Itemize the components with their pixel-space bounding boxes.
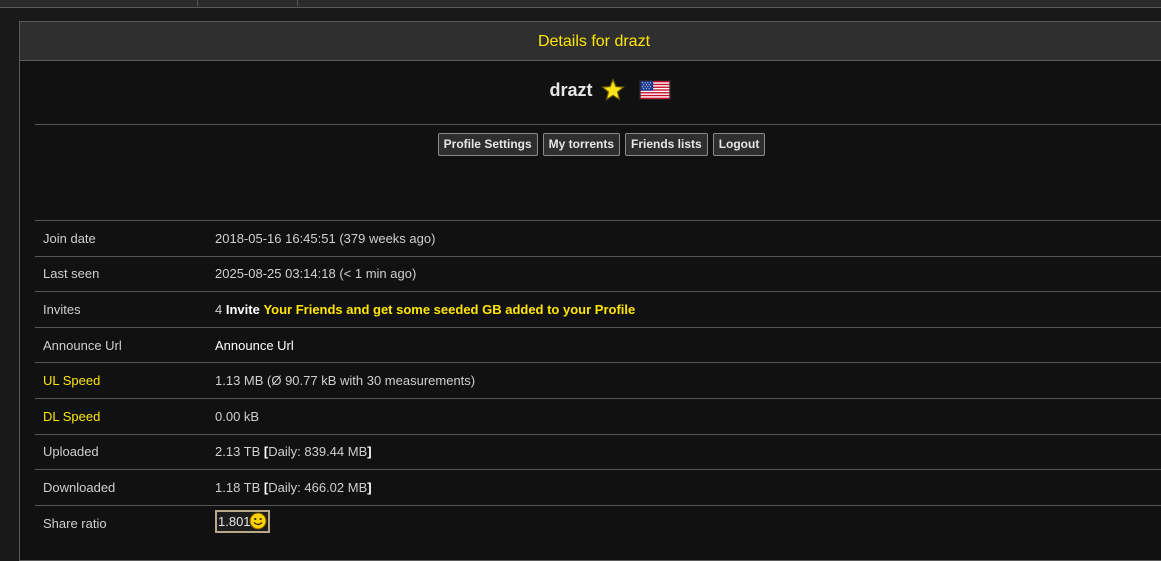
table-row: Last seen 2025-08-25 03:14:18 (< 1 min a… [35, 255, 1161, 292]
announce-url-label: Announce Url [35, 326, 215, 363]
profile-settings-button[interactable]: Profile Settings [437, 133, 538, 156]
user-details-panel: Details for drazt drazt Profile Settings… [19, 21, 1161, 561]
invite-friends-link[interactable]: Your Friends and get some seeded GB adde… [263, 302, 635, 317]
friends-lists-button[interactable]: Friends lists [625, 133, 708, 156]
join-date-label: Join date [35, 220, 215, 257]
table-row: Invites 4 Invite Your Friends and get so… [35, 291, 1161, 328]
us-flag-icon [638, 80, 671, 100]
bracket-close: ] [367, 444, 372, 460]
ul-speed-value: 1.13 MB (Ø 90.77 kB with 30 measurements… [215, 362, 1161, 399]
invites-label: Invites [35, 291, 215, 328]
invite-word: Invite [225, 301, 260, 317]
table-row: UL Speed 1.13 MB (Ø 90.77 kB with 30 mea… [35, 362, 1161, 399]
table-row: Announce Url Announce Url [35, 326, 1161, 363]
invites-count: 4 [215, 301, 223, 317]
panel-title: Details for drazt [20, 22, 1161, 61]
share-ratio-box: 1.801 [215, 509, 270, 533]
user-details-table: Join date 2018-05-16 16:45:51 (379 weeks… [35, 220, 1161, 541]
join-date-value: 2018-05-16 16:45:51 (379 weeks ago) [215, 220, 1161, 257]
top-nav-bar [0, 0, 1161, 8]
table-row: Join date 2018-05-16 16:45:51 (379 weeks… [35, 220, 1161, 257]
uploaded-label: Uploaded [35, 433, 215, 470]
downloaded-daily: Daily: 466.02 MB [268, 479, 368, 495]
nav-divider [297, 0, 298, 6]
share-ratio-label: Share ratio [35, 504, 215, 541]
last-seen-label: Last seen [35, 255, 215, 292]
uploaded-total: 2.13 TB [215, 444, 261, 460]
table-row: Share ratio 1.801 [35, 504, 1161, 541]
dl-speed-value: 0.00 kB [215, 397, 1161, 435]
invites-value: 4 Invite Your Friends and get some seede… [215, 291, 1161, 328]
profile-action-buttons: Profile Settings My torrents Friends lis… [20, 133, 1161, 156]
share-ratio-number: 1.801 [218, 513, 251, 529]
dl-speed-label: DL Speed [35, 397, 215, 435]
bracket-close: ] [367, 479, 372, 495]
downloaded-label: Downloaded [35, 469, 215, 506]
nav-divider [197, 0, 198, 6]
ul-speed-label: UL Speed [35, 362, 215, 399]
table-row: Downloaded 1.18 TB [Daily: 466.02 MB] [35, 469, 1161, 506]
my-torrents-button[interactable]: My torrents [542, 133, 620, 156]
profile-header: drazt [35, 62, 1161, 125]
star-icon [600, 78, 625, 101]
uploaded-daily: Daily: 839.44 MB [268, 444, 368, 460]
announce-url-value[interactable]: Announce Url [215, 326, 1161, 363]
table-row: Uploaded 2.13 TB [Daily: 839.44 MB] [35, 433, 1161, 470]
downloaded-total: 1.18 TB [215, 479, 261, 495]
uploaded-value: 2.13 TB [Daily: 839.44 MB] [215, 433, 1161, 470]
share-ratio-value: 1.801 [215, 504, 1161, 541]
table-row: DL Speed 0.00 kB [35, 397, 1161, 435]
logout-button[interactable]: Logout [712, 133, 766, 156]
last-seen-value: 2025-08-25 03:14:18 (< 1 min ago) [215, 255, 1161, 292]
smiley-icon [249, 512, 267, 530]
username: drazt [549, 79, 593, 100]
downloaded-value: 1.18 TB [Daily: 466.02 MB] [215, 469, 1161, 506]
